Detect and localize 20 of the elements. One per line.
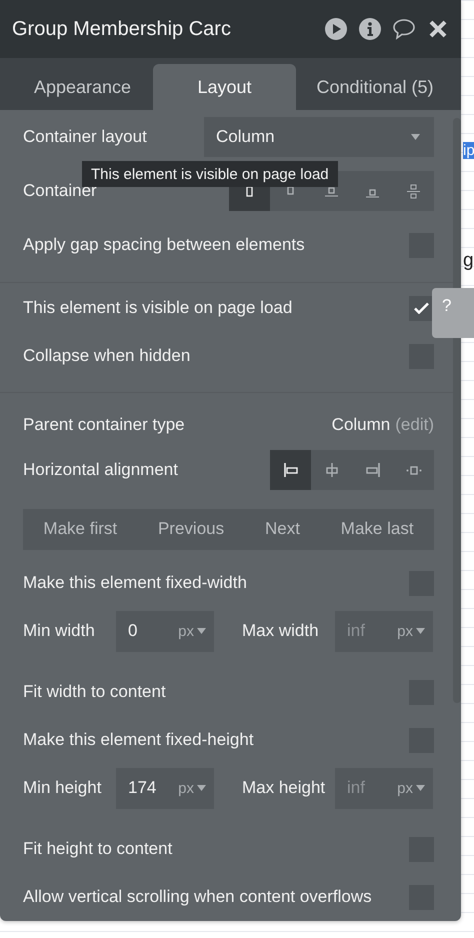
field-label: Min width xyxy=(23,621,96,641)
option-label: Collapse when hidden xyxy=(23,346,192,366)
tooltip: This element is visible on page load xyxy=(82,161,338,187)
option-label: Make this element fixed-width xyxy=(23,573,248,593)
option-label: Make this element fixed-height xyxy=(23,730,255,750)
field-label: Horizontal alignment xyxy=(23,460,179,480)
option-label: Apply gap spacing between elements xyxy=(23,235,306,255)
option-label: This element is visible on page load xyxy=(23,298,294,318)
field-label: Min height xyxy=(23,778,102,798)
field-label: Parent container type xyxy=(23,415,186,435)
option-label: Fit width to content xyxy=(23,682,167,702)
field-value: Column xyxy=(332,415,390,435)
field-label: Container layout xyxy=(23,127,148,147)
canvas-text: g xyxy=(463,250,474,272)
option-label: Fit height to content xyxy=(23,839,174,859)
option-label: Allow vertical scrolling when content overflows xyxy=(23,887,373,907)
field-label: Max width xyxy=(242,621,320,641)
field-label: Max height xyxy=(242,778,326,798)
window-title: Group Membership Carc xyxy=(12,18,232,40)
canvas-text: ip xyxy=(463,142,474,159)
